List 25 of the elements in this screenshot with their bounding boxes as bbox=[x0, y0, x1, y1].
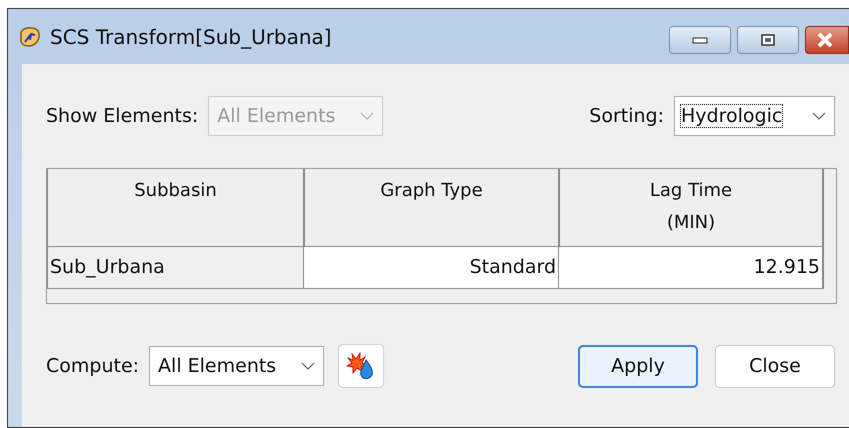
chevron-icon bbox=[812, 112, 826, 120]
maximize-button[interactable] bbox=[737, 26, 799, 54]
column-header[interactable]: Lag Time (MIN) bbox=[559, 169, 823, 247]
sorting-dropdown[interactable]: Hydrologic bbox=[674, 96, 835, 136]
compute-label: Compute: bbox=[46, 355, 140, 377]
close-icon bbox=[816, 32, 834, 48]
show-elements-label: Show Elements: bbox=[46, 105, 198, 127]
table-cell: Standard bbox=[304, 247, 559, 288]
table-cell: Sub_Urbana bbox=[47, 247, 304, 288]
sorting-label: Sorting: bbox=[589, 105, 664, 127]
dialog-button[interactable]: Close bbox=[715, 344, 835, 388]
column-header[interactable]: Graph Type bbox=[304, 169, 559, 247]
compute-dropdown[interactable]: All Elements bbox=[149, 346, 324, 386]
window-title: SCS Transform[Sub_Urbana] bbox=[50, 24, 332, 48]
chevron-icon bbox=[301, 362, 316, 370]
app-icon bbox=[18, 26, 42, 48]
minimize-button[interactable] bbox=[669, 26, 731, 54]
dialog-button[interactable]: Apply bbox=[578, 344, 698, 388]
maximize-icon bbox=[760, 33, 776, 47]
column-header[interactable]: Subbasin bbox=[47, 169, 304, 247]
minimize-icon bbox=[692, 36, 708, 44]
close-button[interactable] bbox=[805, 26, 849, 54]
compute-button[interactable] bbox=[338, 344, 384, 388]
table-cell: 12.915 bbox=[559, 247, 823, 288]
chevron-icon bbox=[360, 112, 374, 120]
